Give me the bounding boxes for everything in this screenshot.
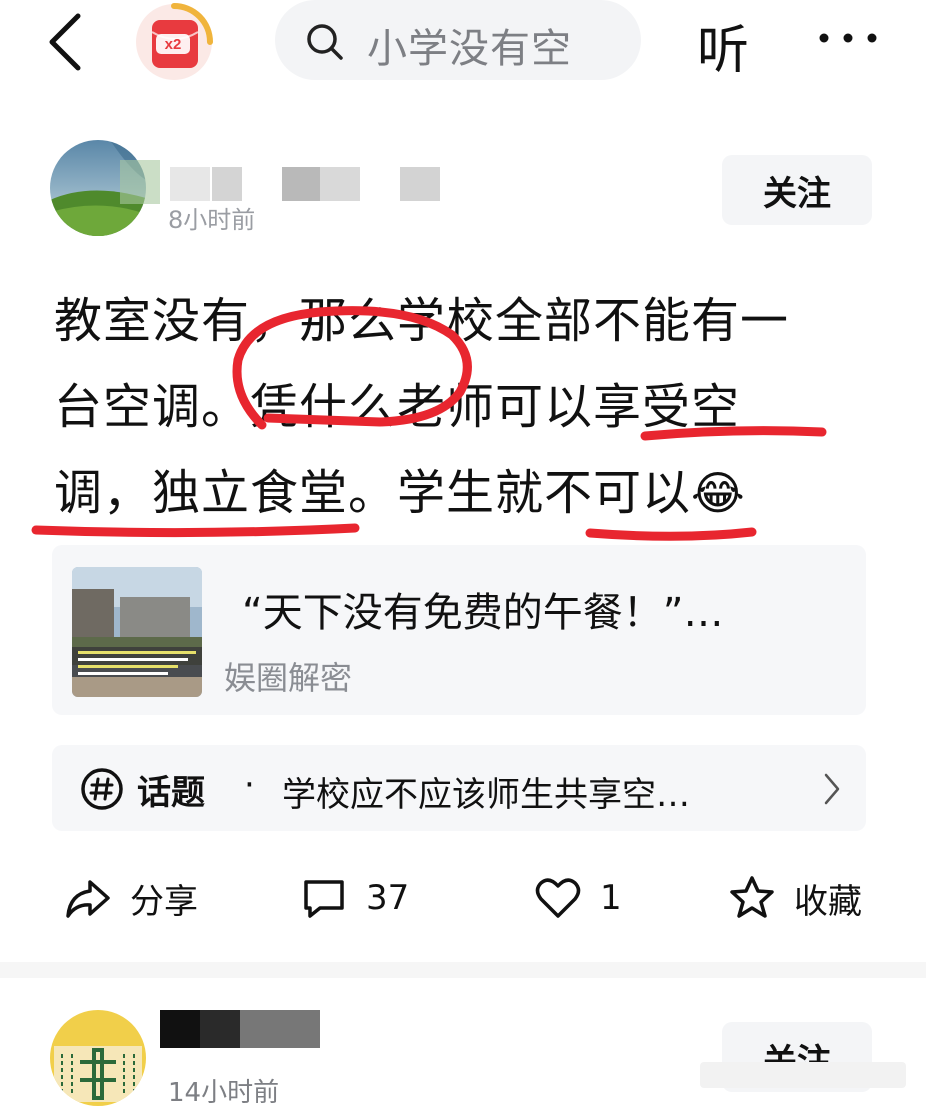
topic-title: 学校应不应该师生共享空… xyxy=(282,775,690,815)
back-arrow-icon xyxy=(49,13,81,71)
post-content: 教室没有，那么学校全部不能有一 台空调。凭什么老师可以享受空 调，独立食堂。学生… xyxy=(54,278,884,536)
follow-button[interactable]: 关注 xyxy=(722,155,872,225)
listen-button[interactable]: 听 xyxy=(697,8,749,83)
red-packet-icon: x2 xyxy=(136,3,213,80)
star-icon xyxy=(730,876,774,918)
article-source: 娱圈解密 xyxy=(224,659,353,697)
post-line-3: 调，独立食堂。学生就不可以 xyxy=(54,465,692,521)
linked-article-card[interactable]: “天下没有免费的午餐！”… 娱圈解密 xyxy=(52,545,866,715)
school-photo-image xyxy=(72,567,202,697)
badge-multiplier-text: x2 xyxy=(165,36,182,53)
share-icon xyxy=(66,880,110,918)
more-dots-icon xyxy=(819,33,877,43)
favorite-button[interactable]: 收藏 xyxy=(728,870,862,926)
article-thumbnail xyxy=(72,567,202,697)
chevron-right-icon xyxy=(824,773,840,805)
search-bar[interactable]: 小学没有空 xyxy=(275,0,641,80)
topic-separator: · xyxy=(244,765,255,805)
share-label: 分享 xyxy=(130,881,198,922)
back-button[interactable] xyxy=(38,8,94,72)
like-button[interactable]: 1 xyxy=(534,870,622,926)
post-line-3-row: 调，独立食堂。学生就不可以😂 xyxy=(54,450,884,536)
search-query-text: 小学没有空 xyxy=(367,26,572,72)
calligraphy-avatar-image xyxy=(50,1010,146,1106)
top-navigation-bar: x2 小学没有空 听 xyxy=(0,0,926,95)
favorite-label: 收藏 xyxy=(794,881,862,922)
comment-button[interactable]: 37 xyxy=(300,870,409,926)
overlay-bar xyxy=(700,1062,906,1088)
search-icon xyxy=(307,24,343,60)
topic-label: 话题 xyxy=(137,773,205,813)
comment-count: 37 xyxy=(366,878,410,918)
next-author-avatar[interactable] xyxy=(50,1010,146,1106)
like-count: 1 xyxy=(600,878,622,918)
comment-icon xyxy=(304,880,344,918)
topic-link-bar[interactable]: 话题 · 学校应不应该师生共享空… xyxy=(52,745,866,831)
more-options-button[interactable] xyxy=(812,14,892,62)
laughing-emoji-icon: 😂 xyxy=(691,466,746,520)
coin-badge-button[interactable]: x2 xyxy=(130,2,218,82)
post-line-2: 台空调。凭什么老师可以享受空 xyxy=(54,379,741,435)
post-timestamp: 8小时前 xyxy=(168,206,256,234)
article-title: “天下没有免费的午餐！”… xyxy=(242,590,724,636)
post-divider xyxy=(0,962,926,978)
share-button[interactable]: 分享 xyxy=(64,870,198,926)
heart-icon xyxy=(535,878,581,918)
next-post-timestamp: 14小时前 xyxy=(168,1078,280,1108)
hashtag-icon xyxy=(81,768,123,810)
post-line-1: 教室没有，那么学校全部不能有一 xyxy=(54,293,790,349)
